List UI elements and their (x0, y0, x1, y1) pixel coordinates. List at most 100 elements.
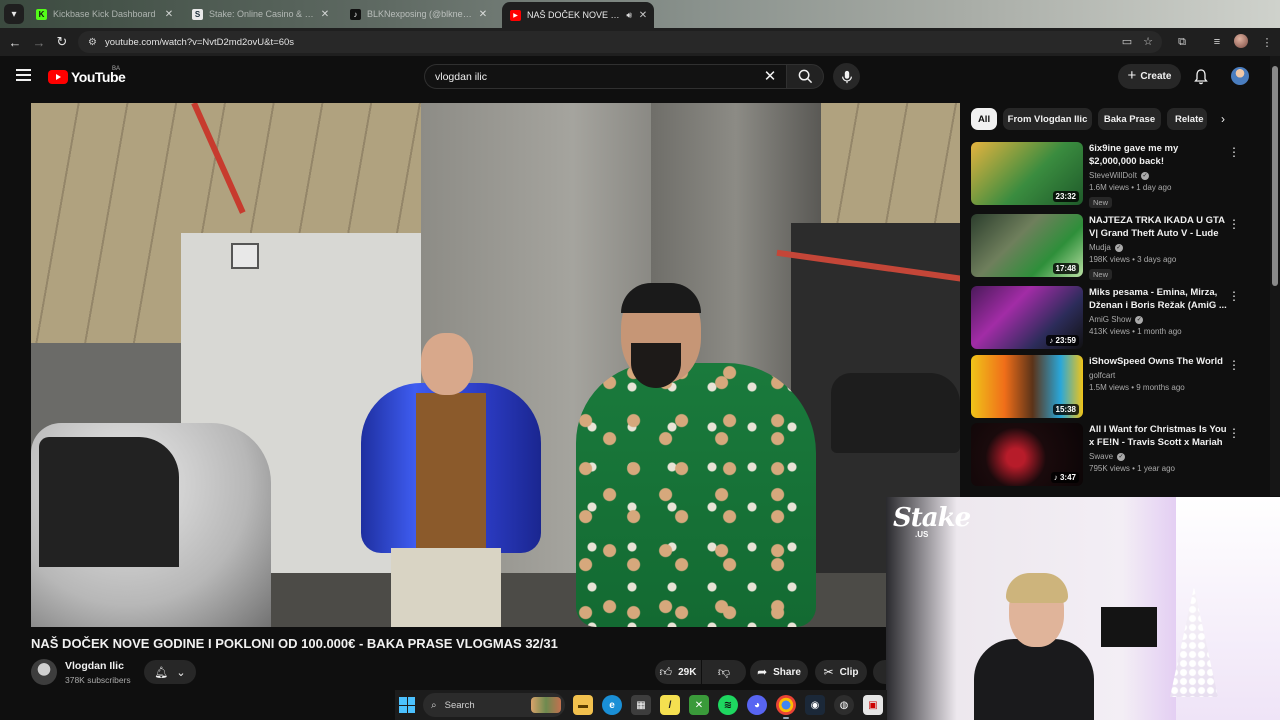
obs-icon[interactable]: ◍ (834, 695, 854, 715)
duration-text: 23:59 (1055, 336, 1076, 345)
windows-start-icon[interactable] (399, 697, 415, 713)
youtube-play-icon (48, 70, 68, 84)
recommendation-title[interactable]: NAJTEZA TRKA IKADA U GTA V| Grand Theft … (1089, 214, 1227, 240)
video-thumbnail[interactable]: 15:38 (971, 355, 1083, 418)
stake-logo: Stake (893, 503, 971, 533)
edge-browser-icon[interactable]: e (602, 695, 622, 715)
plus-icon: + (1127, 67, 1137, 84)
create-button[interactable]: + Create (1118, 64, 1181, 89)
video-thumbnail[interactable]: ♪ 23:59 (971, 286, 1083, 349)
clear-search-icon[interactable]: ✕ (762, 68, 778, 85)
voice-search-button[interactable] (833, 63, 860, 90)
browser-tab[interactable]: S Stake: Online Casino & Sports ✕ (184, 3, 336, 25)
recommendation-item[interactable]: 17:48 NAJTEZA TRKA IKADA U GTA V| Grand … (971, 214, 1261, 280)
spotify-icon[interactable]: ≋ (718, 695, 738, 715)
recommendation-title[interactable]: 6ix9ine gave me my $2,000,000 back! (1089, 142, 1227, 168)
recommendation-channel[interactable]: Mudja (1089, 243, 1111, 252)
recommendation-channel[interactable]: Swave (1089, 452, 1113, 461)
subscription-bell-button[interactable]: 🔔︎ ⌄ (144, 660, 196, 684)
file-explorer-icon[interactable]: ▬ (573, 695, 593, 715)
channel-avatar[interactable] (31, 659, 57, 685)
recommendation-channel[interactable]: AmiG Show (1089, 315, 1131, 324)
page-scrollbar[interactable] (1270, 56, 1280, 496)
tab-title: BLKNexposing (@blknexposing) (367, 9, 476, 19)
recommendation-title[interactable]: Miks pesama - Emina, Mirza, Dženan i Bor… (1089, 286, 1227, 312)
video-player[interactable] (31, 103, 960, 627)
recommendation-item[interactable]: ♪ 3:47 All I Want for Christmas Is You x… (971, 423, 1261, 489)
xbox-icon[interactable]: ✕ (689, 695, 709, 715)
tab-close-icon[interactable]: ✕ (476, 9, 490, 20)
more-options-icon[interactable]: ⋮ (1228, 425, 1240, 441)
video-thumbnail[interactable]: ♪ 3:47 (971, 423, 1083, 486)
chip-all[interactable]: All (971, 108, 997, 130)
chip-baka-prase[interactable]: Baka Prase (1098, 108, 1161, 130)
address-bar[interactable]: ⚙ youtube.com/watch?v=NvtD2md2ovU&t=60s (78, 31, 1162, 53)
chevron-down-icon: ⌄ (176, 666, 186, 679)
clip-button[interactable]: ✂ Clip (815, 660, 867, 684)
subscriber-count: 378K subscribers (65, 675, 131, 685)
tab-title: Kickbase Kick Dashboard (53, 9, 156, 19)
more-options-icon[interactable]: ⋮ (1228, 357, 1240, 373)
chevron-right-icon[interactable]: › (1214, 110, 1232, 128)
tab-close-icon[interactable]: ✕ (318, 9, 332, 20)
browser-tab-active[interactable]: ▶ NAŠ DOČEK NOVE GODINE I 🔊︎ ✕ (502, 2, 654, 28)
bookmark-star-icon[interactable]: ☆ (1139, 31, 1157, 51)
dislike-button[interactable]: 👎︎ (702, 660, 746, 684)
profile-avatar-icon[interactable] (1234, 34, 1248, 48)
extensions-puzzle-icon[interactable]: ⧉ (1173, 33, 1191, 51)
channel-name[interactable]: Vlogdan Ilic (65, 660, 124, 672)
chip-from-channel[interactable]: From Vlogdan Ilic (1003, 108, 1092, 130)
recommendation-item[interactable]: 15:38 iShowSpeed Owns The World golfcart… (971, 355, 1261, 421)
app-icon[interactable]: ▣ (863, 695, 883, 715)
recommendation-title[interactable]: All I Want for Christmas Is You x FE!N -… (1089, 423, 1227, 449)
microsoft-store-icon[interactable]: ▦ (631, 695, 651, 715)
chrome-icon[interactable] (776, 695, 796, 719)
browser-tab[interactable]: K Kickbase Kick Dashboard ✕ (28, 3, 180, 25)
tab-search-chevron-icon[interactable]: ▾ (4, 4, 24, 24)
video-thumbnail[interactable]: 23:32 (971, 142, 1083, 205)
taskbar-search[interactable]: ⌕ Search (423, 693, 565, 717)
discord-icon[interactable]: ◕ (747, 695, 767, 715)
account-avatar[interactable] (1231, 67, 1249, 85)
search-button[interactable] (786, 64, 824, 89)
forward-arrow-icon[interactable]: → (30, 33, 48, 51)
tab-close-icon[interactable]: ✕ (636, 10, 650, 21)
kebab-menu-icon[interactable]: ⋮ (1258, 33, 1276, 51)
scrollbar-thumb[interactable] (1272, 66, 1278, 286)
save-button-partial[interactable] (873, 660, 886, 684)
tab-title: Stake: Online Casino & Sports (209, 9, 318, 19)
recommendation-item[interactable]: 23:32 6ix9ine gave me my $2,000,000 back… (971, 142, 1261, 208)
recommendation-item[interactable]: ♪ 23:59 Miks pesama - Emina, Mirza, Džen… (971, 286, 1261, 352)
video-duration: 15:38 (1052, 404, 1079, 415)
verified-check-icon: ✓ (1114, 243, 1123, 252)
recommendation-title[interactable]: iShowSpeed Owns The World (1089, 355, 1227, 368)
video-duration: ♪ 23:59 (1046, 335, 1079, 346)
back-arrow-icon[interactable]: ← (6, 33, 24, 51)
more-options-icon[interactable]: ⋮ (1228, 288, 1240, 304)
kick-favicon-icon: K (36, 8, 47, 20)
speaker-icon[interactable]: 🔊︎ (626, 10, 632, 21)
recommendation-channel[interactable]: SteveWillDoIt (1089, 171, 1137, 180)
like-count: 29K (678, 666, 697, 678)
like-button[interactable]: 👍︎ 29K (655, 660, 701, 684)
more-options-icon[interactable]: ⋮ (1228, 216, 1240, 232)
reading-list-icon[interactable]: ≡ (1208, 33, 1226, 51)
chip-related[interactable]: Relate (1167, 108, 1207, 130)
reload-icon[interactable]: ↻ (53, 33, 71, 51)
recommendation-channel[interactable]: golfcart (1089, 371, 1115, 380)
webcam-tv (1101, 607, 1157, 647)
more-options-icon[interactable]: ⋮ (1228, 144, 1240, 160)
share-button[interactable]: ➦ Share (750, 660, 808, 684)
sticky-notes-icon[interactable]: / (660, 695, 680, 715)
cast-icon[interactable]: ▭ (1118, 31, 1136, 51)
video-thumbnail[interactable]: 17:48 (971, 214, 1083, 277)
tab-close-icon[interactable]: ✕ (162, 9, 176, 20)
steam-icon[interactable]: ◉ (805, 695, 825, 715)
browser-tab[interactable]: ♪ BLKNexposing (@blknexposing) ✕ (342, 3, 494, 25)
scissors-icon: ✂ (823, 665, 834, 679)
hamburger-menu-icon[interactable] (16, 69, 31, 81)
site-info-icon[interactable]: ⚙ (88, 37, 97, 48)
search-input[interactable]: vlogdan ilic (424, 64, 786, 89)
notifications-bell-icon[interactable] (1192, 68, 1210, 86)
youtube-logo[interactable]: YouTube BA (48, 66, 126, 85)
